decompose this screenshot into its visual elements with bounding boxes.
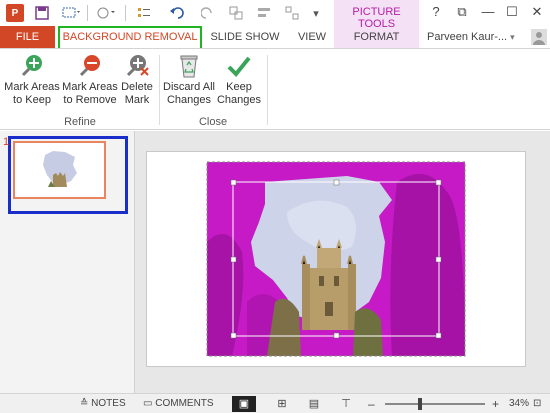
undo-icon[interactable] [166, 3, 190, 23]
help-icon[interactable]: ? [426, 3, 446, 21]
redo-icon[interactable] [198, 3, 218, 23]
comments-button[interactable]: ▭ COMMENTS [143, 397, 214, 411]
align-icon[interactable] [254, 3, 274, 23]
group-separator [159, 55, 160, 125]
user-name: Parveen Kaur-... [427, 31, 508, 43]
reading-view-icon: ▤ [308, 398, 320, 410]
close-icon[interactable]: ✕ [527, 3, 547, 21]
maximize-icon[interactable]: ☐ [502, 3, 522, 21]
group-objects-icon[interactable] [282, 3, 302, 23]
mark-remove-label-1: Mark Areas [62, 81, 118, 93]
ribbon-tabs: FILE BACKGROUND REMOVAL SLIDE SHOW VIEW … [0, 26, 550, 48]
ribbon-display-icon[interactable]: ⧉ [452, 3, 472, 21]
discard-label-2: Changes [166, 94, 212, 106]
delete-mark-button[interactable]: Delete Mark [119, 53, 155, 107]
mark-remove-label-2: to Remove [63, 94, 117, 106]
save-icon[interactable] [32, 3, 52, 23]
shape-icon[interactable] [93, 3, 119, 23]
keep-label-1: Keep [226, 81, 252, 93]
powerpoint-icon: P [6, 4, 24, 22]
minimize-icon[interactable]: — [478, 3, 498, 21]
work-area: 1 [0, 131, 550, 393]
mark-areas-to-keep-button[interactable]: Mark Areas to Keep [4, 53, 60, 107]
tab-view[interactable]: VIEW [290, 26, 334, 48]
keep-changes-button[interactable]: Keep Changes [216, 53, 262, 107]
discard-label-1: Discard All [163, 81, 215, 93]
tab-slide-show[interactable]: SLIDE SHOW [205, 26, 285, 48]
slide-sorter-button[interactable]: ⊞ [270, 396, 294, 412]
slide-thumbnail-pane: 1 [0, 131, 135, 393]
comments-label: COMMENTS [155, 398, 214, 409]
slide-show-button[interactable]: ⊤ [334, 396, 358, 412]
keep-label-2: Changes [216, 94, 262, 106]
group-separator [267, 55, 268, 125]
notes-label: NOTES [91, 398, 126, 409]
status-bar: ≙ NOTES ▭ COMMENTS ▣ ⊞ ▤ ⊤ – + 34% ⊡ [0, 393, 550, 413]
mark-remove-icon [79, 55, 100, 77]
mark-keep-label-2: to Keep [13, 94, 51, 106]
slide-number: 1 [3, 136, 10, 148]
zoom-slider-thumb[interactable] [418, 398, 422, 410]
more-icon[interactable]: ▾ [308, 3, 324, 23]
discard-all-changes-button[interactable]: Discard All Changes [162, 53, 216, 107]
avatar[interactable] [531, 29, 547, 45]
mark-keep-icon [21, 55, 42, 77]
chevron-down-icon: ▾ [510, 32, 515, 42]
notes-icon: ≙ [80, 398, 89, 409]
zoom-in-button[interactable]: + [492, 397, 499, 411]
normal-view-button[interactable]: ▣ [232, 396, 256, 412]
slide-canvas[interactable] [146, 151, 526, 367]
group-icon[interactable] [226, 3, 246, 23]
checkmark-icon [227, 56, 251, 77]
mark-keep-label-1: Mark Areas [4, 81, 60, 93]
mark-areas-to-remove-button[interactable]: Mark Areas to Remove [61, 53, 119, 107]
notes-button[interactable]: ≙ NOTES [80, 397, 126, 411]
reading-view-button[interactable]: ▤ [302, 396, 326, 412]
comment-icon: ▭ [143, 398, 153, 409]
delete-mark-icon [126, 55, 149, 77]
zoom-slider[interactable] [385, 403, 485, 405]
delete-mark-label-2: Mark [124, 94, 150, 106]
tab-background-removal[interactable]: BACKGROUND REMOVAL [58, 26, 202, 48]
slide-thumbnail[interactable] [13, 141, 106, 199]
ribbon: Mark Areas to Keep Mark Areas to Remove … [0, 48, 550, 130]
delete-mark-label-1: Delete [121, 81, 153, 93]
zoom-level[interactable]: 34% [509, 397, 529, 411]
thumbnail-image [43, 151, 77, 187]
slide-sorter-icon: ⊞ [277, 398, 287, 410]
qat-separator [87, 5, 88, 21]
close-group-label: Close [198, 116, 228, 128]
normal-view-icon: ▣ [238, 398, 250, 410]
user-account[interactable]: Parveen Kaur-... ▾ [427, 26, 515, 48]
slide-show-icon: ⊤ [341, 398, 351, 410]
tab-file[interactable]: FILE [0, 26, 55, 48]
refine-group-label: Refine [64, 116, 96, 128]
fit-slide-icon[interactable]: ⊡ [533, 397, 541, 411]
zoom-out-button[interactable]: – [368, 397, 375, 411]
recycle-bin-icon [180, 55, 198, 78]
background-removal-image[interactable] [147, 152, 527, 368]
selection-icon[interactable] [58, 3, 84, 23]
qat-separator [125, 5, 126, 21]
tab-format[interactable]: FORMAT [334, 26, 419, 48]
bullets-icon[interactable] [133, 3, 157, 23]
title-bar: P ▾ PICTURE TOOLS ? ⧉ — ☐ ✕ [0, 0, 550, 48]
